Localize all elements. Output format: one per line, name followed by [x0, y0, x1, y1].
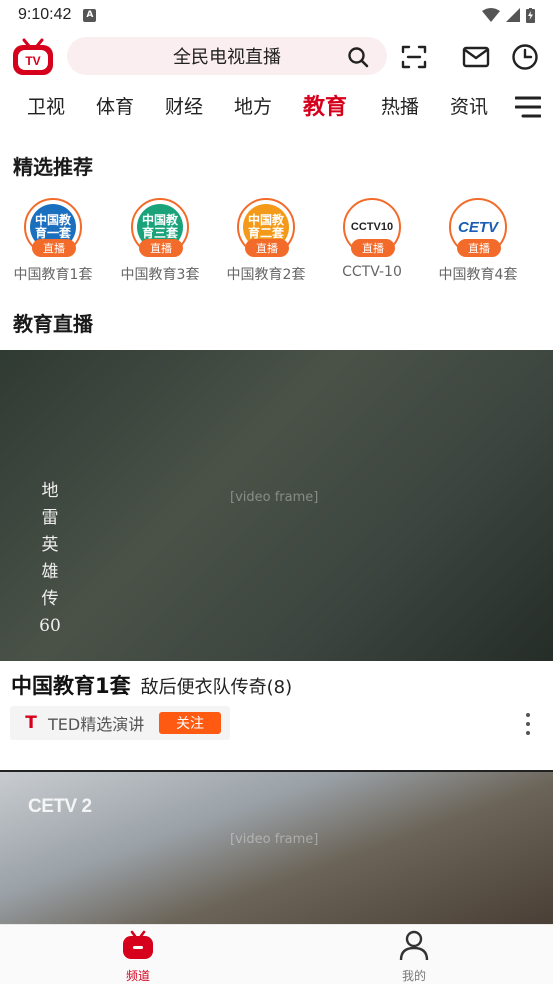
- video-placeholder-note: [video frame]: [230, 490, 319, 505]
- nav-channels-label: 频道: [125, 969, 150, 983]
- live-badge: 直播: [457, 239, 501, 257]
- live-badge: 直播: [32, 239, 76, 257]
- channel-item[interactable]: 中国教育一套 直播 中国教育1套: [3, 198, 103, 284]
- search-text: 全民电视直播: [173, 47, 281, 68]
- menu-icon[interactable]: [515, 96, 541, 118]
- tab-education[interactable]: 教育: [303, 89, 347, 121]
- channel-logo: CCTV10 直播: [343, 198, 401, 257]
- user-icon: [399, 930, 429, 961]
- follow-button[interactable]: 关注: [159, 712, 221, 734]
- search-bar[interactable]: 全民电视直播: [67, 37, 387, 75]
- tab-finance[interactable]: 财经: [165, 92, 203, 119]
- channel-logo: 中国教育一套 直播: [24, 198, 82, 257]
- status-bar: 9:10:42 A: [0, 0, 553, 30]
- channel-logo: 中国教育三套 直播: [131, 198, 189, 257]
- history-icon[interactable]: [511, 43, 539, 71]
- tab-weishi[interactable]: 卫视: [27, 92, 65, 119]
- channel-name: 中国教育1套: [13, 267, 93, 283]
- channel-item[interactable]: CETV 直播 中国教育4套: [428, 198, 528, 284]
- live-section-title: 教育直播: [13, 312, 93, 336]
- top-bar: TV 全民电视直播: [0, 34, 553, 80]
- channel-item[interactable]: 中国教育二套 直播 中国教育2套: [216, 198, 316, 284]
- tv-icon: [123, 930, 153, 959]
- channel-name: 中国教育4套: [438, 267, 518, 283]
- featured-title: 精选推荐: [13, 155, 93, 179]
- channel-logo: 中国教育二套 直播: [237, 198, 295, 257]
- nav-profile-label: 我的: [401, 969, 426, 983]
- channel-name: 中国教育2套: [226, 267, 306, 283]
- channel-item[interactable]: 中国教育三套 直播 中国教育3套: [110, 198, 210, 284]
- video-thumbnail[interactable]: [video frame]: [0, 772, 553, 924]
- category-tabs: 卫视 体育 财经 地方 教育 热播 资讯: [0, 86, 553, 126]
- status-icons: [482, 7, 535, 23]
- wifi-icon: [482, 8, 500, 22]
- search-icon[interactable]: [347, 46, 369, 68]
- nav-profile[interactable]: 我的: [374, 929, 454, 984]
- svg-text:TV: TV: [25, 54, 40, 68]
- channel-logo: CETV 直播: [449, 198, 507, 257]
- notification-icon: A: [83, 8, 97, 22]
- app-logo-icon[interactable]: TV: [11, 37, 55, 77]
- message-icon[interactable]: [462, 43, 490, 71]
- video-overlay-text: 地雷英雄传60: [39, 481, 61, 636]
- tab-sports[interactable]: 体育: [96, 92, 134, 119]
- live-badge: 直播: [139, 239, 183, 257]
- more-options-icon[interactable]: [520, 711, 536, 737]
- tab-local[interactable]: 地方: [234, 92, 272, 119]
- bottom-nav: 频道 我的: [0, 924, 553, 984]
- ted-logo-icon: T: [25, 713, 37, 733]
- uploader-tag[interactable]: T TED精选演讲 关注: [10, 706, 230, 740]
- live-badge: 直播: [351, 239, 395, 257]
- program-title[interactable]: 中国教育1套 敌后便衣队传奇(8): [11, 670, 292, 700]
- tab-news[interactable]: 资讯: [450, 92, 488, 119]
- program-channel: 中国教育1套: [11, 674, 131, 698]
- channel-item[interactable]: CCTV10 直播 CCTV-10: [322, 198, 422, 280]
- signal-icon: [506, 8, 520, 22]
- battery-icon: [526, 7, 535, 23]
- channel-name: CCTV-10: [342, 264, 402, 280]
- video-player[interactable]: [video frame]: [0, 350, 553, 661]
- scan-icon[interactable]: [400, 43, 428, 71]
- nav-channels[interactable]: 频道: [98, 929, 178, 984]
- live-badge: 直播: [245, 239, 289, 257]
- video-placeholder-note: [video frame]: [230, 832, 319, 847]
- tab-hot[interactable]: 热播: [381, 92, 419, 119]
- program-show: 敌后便衣队传奇(8): [140, 677, 293, 698]
- channel-name: 中国教育3套: [120, 267, 200, 283]
- status-time: 9:10:42: [18, 6, 72, 23]
- uploader-name: TED精选演讲: [48, 715, 145, 734]
- channel-watermark: CETV 2: [28, 796, 92, 817]
